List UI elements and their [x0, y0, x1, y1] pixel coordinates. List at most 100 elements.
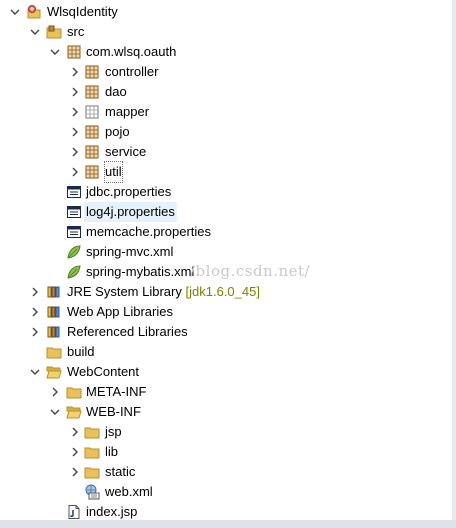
- project-label: WlsqIdentity: [47, 4, 118, 19]
- file-label: log4j.properties: [84, 202, 177, 222]
- jre-library-label: JRE System Library [jdk1.6.0_45]: [67, 284, 260, 299]
- properties-file-icon: [66, 184, 82, 200]
- tree-row-folder[interactable]: lib: [0, 442, 452, 462]
- project-explorer-tree: WlsqIdentity src com.wlsq.oauth controll…: [0, 0, 452, 528]
- web-inf-label: WEB-INF: [86, 404, 141, 419]
- index-jsp-label: index.jsp: [86, 504, 138, 519]
- expand-arrow-icon[interactable]: [69, 162, 81, 182]
- tree-row-file[interactable]: memcache.properties: [0, 222, 452, 242]
- library-icon: [46, 304, 62, 320]
- package-icon: [84, 144, 100, 160]
- jsp-file-icon: [66, 504, 82, 520]
- folder-icon: [84, 444, 100, 460]
- expand-arrow-icon[interactable]: [69, 102, 81, 122]
- package-icon: [84, 124, 100, 140]
- subpackage-label: mapper: [105, 104, 150, 119]
- tree-row-folder[interactable]: static: [0, 462, 452, 482]
- package-icon: [84, 84, 100, 100]
- package-icon: [84, 64, 100, 80]
- spring-leaf-icon: [66, 264, 82, 280]
- meta-inf-label: META-INF: [86, 384, 147, 399]
- tree-row-folder[interactable]: jsp: [0, 422, 452, 442]
- package-icon: [66, 44, 82, 60]
- empty-package-icon: [84, 104, 100, 120]
- collapse-arrow-icon[interactable]: [49, 402, 61, 422]
- package-icon: [84, 164, 100, 180]
- tree-row-referenced-libraries[interactable]: Referenced Libraries: [0, 322, 452, 342]
- web-project-icon: [26, 4, 42, 20]
- expand-arrow-icon[interactable]: [29, 282, 41, 302]
- tree-row-index-jsp[interactable]: index.jsp: [0, 502, 452, 522]
- expand-arrow-icon[interactable]: [49, 382, 61, 402]
- folder-icon: [84, 464, 100, 480]
- build-label: build: [67, 344, 95, 359]
- tree-row-meta-inf[interactable]: META-INF: [0, 382, 452, 402]
- tree-row-subpackage[interactable]: controller: [0, 62, 452, 82]
- expand-arrow-icon[interactable]: [69, 442, 81, 462]
- folder-icon: [84, 424, 100, 440]
- web-xml-icon: [84, 484, 100, 500]
- package-label: com.wlsq.oauth: [86, 44, 177, 59]
- folder-label: lib: [105, 444, 119, 459]
- tree-row-jre-library[interactable]: JRE System Library [jdk1.6.0_45]: [0, 282, 452, 302]
- expand-arrow-icon[interactable]: [69, 422, 81, 442]
- tree-row-web-inf[interactable]: WEB-INF: [0, 402, 452, 422]
- tree-row-src[interactable]: src: [0, 22, 452, 42]
- library-icon: [46, 284, 62, 300]
- collapse-arrow-icon[interactable]: [29, 22, 41, 42]
- file-label: spring-mybatis.xml: [86, 264, 195, 279]
- file-label: memcache.properties: [86, 224, 211, 239]
- collapse-arrow-icon[interactable]: [29, 362, 41, 382]
- properties-file-icon: [66, 204, 82, 220]
- source-folder-icon: [46, 24, 62, 40]
- expand-arrow-icon[interactable]: [69, 142, 81, 162]
- tree-row-subpackage[interactable]: dao: [0, 82, 452, 102]
- tree-row-build[interactable]: build: [0, 342, 452, 362]
- tree-row-file-selected[interactable]: log4j.properties: [0, 202, 452, 222]
- folder-label: jsp: [105, 424, 122, 439]
- expand-arrow-icon[interactable]: [29, 322, 41, 342]
- spring-leaf-icon: [66, 244, 82, 260]
- subpackage-label: service: [105, 144, 147, 159]
- folder-icon: [66, 384, 82, 400]
- folder-icon: [46, 344, 62, 360]
- tree-row-file[interactable]: jdbc.properties: [0, 182, 452, 202]
- jre-version-decoration: [jdk1.6.0_45]: [185, 284, 260, 299]
- tree-row-webcontent[interactable]: WebContent: [0, 362, 452, 382]
- tree-row-subpackage[interactable]: mapper: [0, 102, 452, 122]
- tree-row-subpackage[interactable]: service: [0, 142, 452, 162]
- web-xml-label: web.xml: [105, 484, 153, 499]
- tree-row-subpackage[interactable]: pojo: [0, 122, 452, 142]
- file-label: spring-mvc.xml: [86, 244, 174, 259]
- tree-row-webapp-libraries[interactable]: Web App Libraries: [0, 302, 452, 322]
- tree-row-web-xml[interactable]: web.xml: [0, 482, 452, 502]
- src-label: src: [67, 24, 85, 39]
- folder-label: static: [105, 464, 136, 479]
- open-folder-icon: [66, 404, 82, 420]
- expand-arrow-icon[interactable]: [69, 82, 81, 102]
- watermark: /blog.csdn.net/: [190, 262, 311, 280]
- expand-arrow-icon[interactable]: [69, 122, 81, 142]
- collapse-arrow-icon[interactable]: [9, 2, 21, 22]
- bottom-edge: [0, 520, 456, 528]
- expand-arrow-icon[interactable]: [69, 462, 81, 482]
- tree-row-subpackage[interactable]: util: [0, 161, 452, 183]
- expand-arrow-icon[interactable]: [29, 302, 41, 322]
- subpackage-label: util: [104, 161, 123, 183]
- tree-row-project[interactable]: WlsqIdentity: [0, 2, 452, 22]
- properties-file-icon: [66, 224, 82, 240]
- referenced-libraries-label: Referenced Libraries: [67, 324, 188, 339]
- expand-arrow-icon[interactable]: [69, 62, 81, 82]
- webcontent-label: WebContent: [67, 364, 140, 379]
- vertical-scrollbar[interactable]: [452, 0, 456, 528]
- subpackage-label: controller: [105, 64, 159, 79]
- tree-row-package[interactable]: com.wlsq.oauth: [0, 42, 452, 62]
- webapp-libraries-label: Web App Libraries: [67, 304, 173, 319]
- library-icon: [46, 324, 62, 340]
- open-folder-icon: [46, 364, 62, 380]
- subpackage-label: dao: [105, 84, 127, 99]
- tree-row-file[interactable]: spring-mvc.xml: [0, 242, 452, 262]
- subpackage-label: pojo: [105, 124, 130, 139]
- collapse-arrow-icon[interactable]: [49, 42, 61, 62]
- file-label: jdbc.properties: [86, 184, 172, 199]
